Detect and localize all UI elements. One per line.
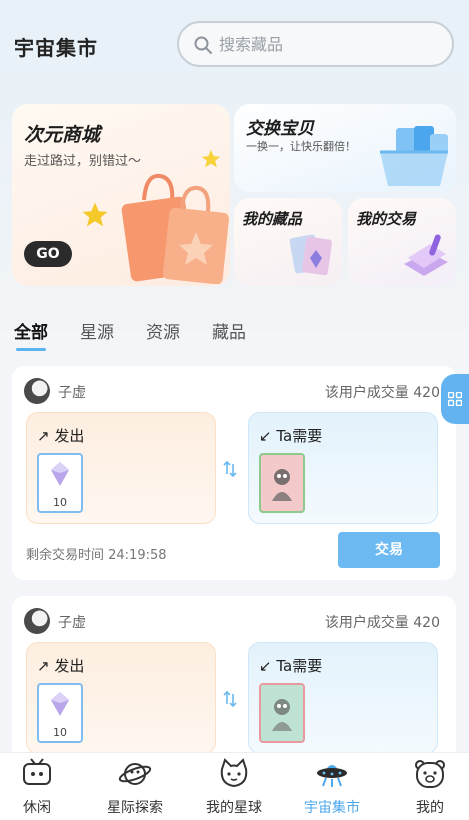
nav-label: 宇宙集市 [304, 800, 360, 816]
my-trades-title: 我的交易 [356, 210, 417, 228]
nav-label: 休闲 [23, 800, 51, 816]
header: 宇宙集市 [0, 0, 469, 90]
nav-label: 我的 [416, 800, 444, 816]
bear-face-icon [415, 760, 445, 788]
tab-resources[interactable]: 资源 [146, 318, 180, 343]
tv-icon [23, 758, 51, 785]
swap-icon [223, 460, 237, 478]
nav-item-leisure[interactable]: 休闲 [0, 757, 84, 820]
need-box: ↙ Ta需要 [248, 412, 438, 524]
nav-item-mine[interactable]: 我的 [383, 757, 469, 820]
category-tabs: 全部 星源 资源 藏品 [0, 308, 469, 354]
page-title: 宇宙集市 [14, 36, 98, 60]
give-item-thumbnail[interactable]: 10 [37, 453, 83, 513]
character-card-icon [272, 469, 292, 501]
card-stack-icon [289, 234, 332, 276]
shopping-bag-icon [121, 173, 230, 284]
search-bar[interactable] [177, 21, 454, 67]
crystal-icon [51, 462, 69, 486]
need-box: ↙ Ta需要 [248, 642, 438, 754]
user-trade-volume: 该用户成交量 420 [324, 615, 440, 631]
user-name: 子虚 [58, 615, 86, 631]
character-card-icon [272, 699, 292, 731]
trade-card[interactable]: 子虚 该用户成交量 420 ↗ 发出 10 ↙ Ta需要 剩余交易时间 24:1… [12, 366, 456, 580]
trade-timer: 剩余交易时间 24:19:58 [26, 548, 167, 563]
user-name: 子虚 [58, 385, 86, 401]
mall-banner[interactable]: 次元商城 走过路过，别错过～ GO [12, 104, 230, 286]
need-item-thumbnail[interactable] [259, 453, 305, 513]
star-icon [82, 202, 108, 227]
book-icon [404, 234, 448, 276]
go-button[interactable]: GO [24, 241, 72, 267]
search-icon [194, 36, 212, 54]
crystal-icon [51, 692, 69, 716]
nav-item-space-explore[interactable]: 星际探索 [88, 757, 182, 820]
ufo-icon [317, 765, 347, 787]
cat-face-icon [220, 758, 248, 788]
nav-label: 星际探索 [107, 800, 163, 816]
active-tab-indicator [16, 348, 46, 351]
tab-all[interactable]: 全部 [14, 318, 48, 343]
bottom-nav: 休闲 星际探索 我的星球 宇宙集市 我的 [0, 752, 469, 820]
grid-menu-button[interactable] [441, 374, 469, 424]
need-item-thumbnail[interactable] [259, 683, 305, 743]
exchange-banner-subtitle: 一换一，让快乐翻倍！ [246, 140, 356, 153]
item-count: 10 [53, 726, 67, 739]
basket-icon [380, 126, 448, 186]
exchange-banner-title: 交换宝贝 [246, 119, 314, 139]
swap-icon [223, 690, 237, 708]
tab-star-source[interactable]: 星源 [80, 318, 114, 343]
avatar[interactable] [24, 608, 50, 634]
mall-banner-title: 次元商城 [24, 124, 101, 146]
grid-icon [448, 392, 462, 406]
my-trades-banner[interactable]: 我的交易 [348, 198, 456, 286]
avatar[interactable] [24, 378, 50, 404]
give-item-thumbnail[interactable]: 10 [37, 683, 83, 743]
nav-item-my-planet[interactable]: 我的星球 [187, 757, 281, 820]
trade-button[interactable]: 交易 [338, 532, 440, 568]
my-collection-title: 我的藏品 [242, 210, 303, 228]
give-box: ↗ 发出 10 [26, 642, 216, 754]
nav-label: 我的星球 [206, 800, 262, 816]
exchange-banner[interactable]: 交换宝贝 一换一，让快乐翻倍！ [234, 104, 456, 192]
nav-item-cosmic-market[interactable]: 宇宙集市 [285, 757, 379, 820]
user-trade-volume: 该用户成交量 420 [324, 385, 440, 401]
my-collection-banner[interactable]: 我的藏品 [234, 198, 342, 286]
give-label: ↗ 发出 [37, 657, 85, 675]
need-label: ↙ Ta需要 [259, 427, 323, 445]
tab-collectibles[interactable]: 藏品 [212, 318, 246, 343]
search-input[interactable] [219, 31, 439, 57]
give-box: ↗ 发出 10 [26, 412, 216, 524]
planet-icon [118, 763, 152, 785]
item-count: 10 [53, 496, 67, 509]
give-label: ↗ 发出 [37, 427, 85, 445]
need-label: ↙ Ta需要 [259, 657, 323, 675]
